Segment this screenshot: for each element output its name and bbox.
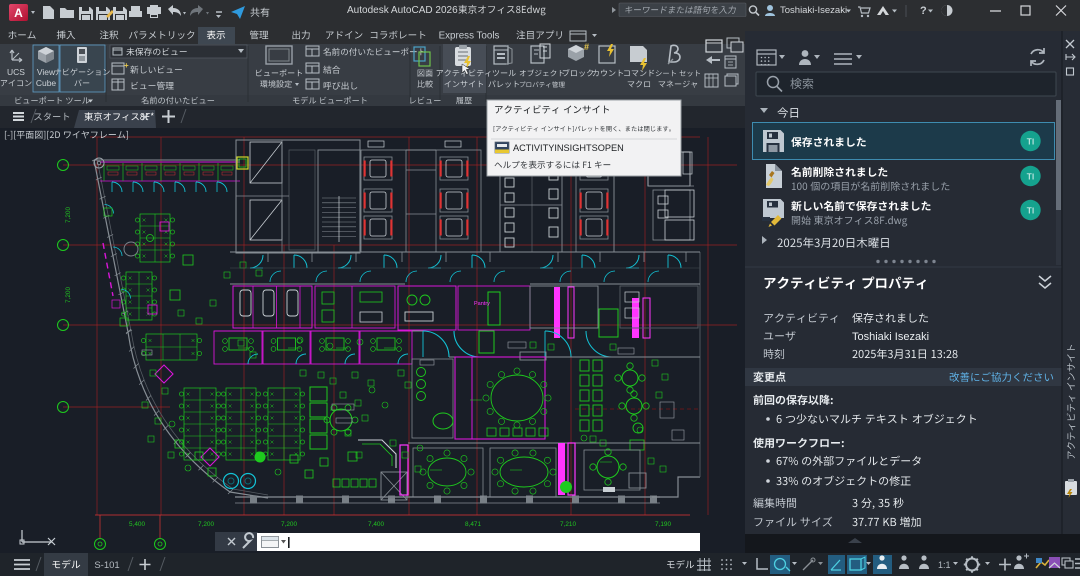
svg-text:ACTIVITYINSIGHTSOPEN: ACTIVITYINSIGHTSOPEN bbox=[513, 143, 624, 153]
svg-text:#: # bbox=[584, 42, 589, 52]
svg-text:7,200: 7,200 bbox=[281, 521, 297, 528]
svg-text:?: ? bbox=[920, 5, 927, 17]
svg-text:7,200: 7,200 bbox=[65, 207, 72, 223]
svg-text:7,400: 7,400 bbox=[368, 521, 384, 528]
svg-text:A: A bbox=[14, 6, 23, 20]
svg-text:7,210: 7,210 bbox=[560, 521, 576, 528]
svg-text:S-101: S-101 bbox=[94, 560, 119, 571]
svg-text:Toshiaki Isezaki: Toshiaki Isezaki bbox=[852, 331, 929, 343]
svg-text:TI: TI bbox=[1027, 172, 1035, 182]
svg-text:Autodesk AutoCAD 2026: Autodesk AutoCAD 2026 bbox=[347, 5, 458, 16]
svg-text:8,471: 8,471 bbox=[465, 521, 481, 528]
svg-text:Toshiaki-Isezaki: Toshiaki-Isezaki bbox=[780, 5, 847, 16]
svg-text:Pantry: Pantry bbox=[474, 301, 490, 307]
svg-text:+: + bbox=[124, 61, 129, 70]
svg-text:7,200: 7,200 bbox=[198, 521, 214, 528]
svg-text:1:1: 1:1 bbox=[938, 560, 951, 570]
svg-text:5,400: 5,400 bbox=[129, 521, 145, 528]
svg-text:Express Tools: Express Tools bbox=[439, 31, 500, 42]
svg-text:UCS: UCS bbox=[7, 67, 25, 77]
svg-text:7,190: 7,190 bbox=[655, 521, 671, 528]
svg-text:Cube: Cube bbox=[36, 78, 57, 88]
svg-text:TI: TI bbox=[1027, 206, 1035, 216]
svg-text:7,200: 7,200 bbox=[65, 287, 72, 303]
svg-text:View: View bbox=[37, 67, 56, 77]
svg-text:TI: TI bbox=[1027, 137, 1035, 147]
